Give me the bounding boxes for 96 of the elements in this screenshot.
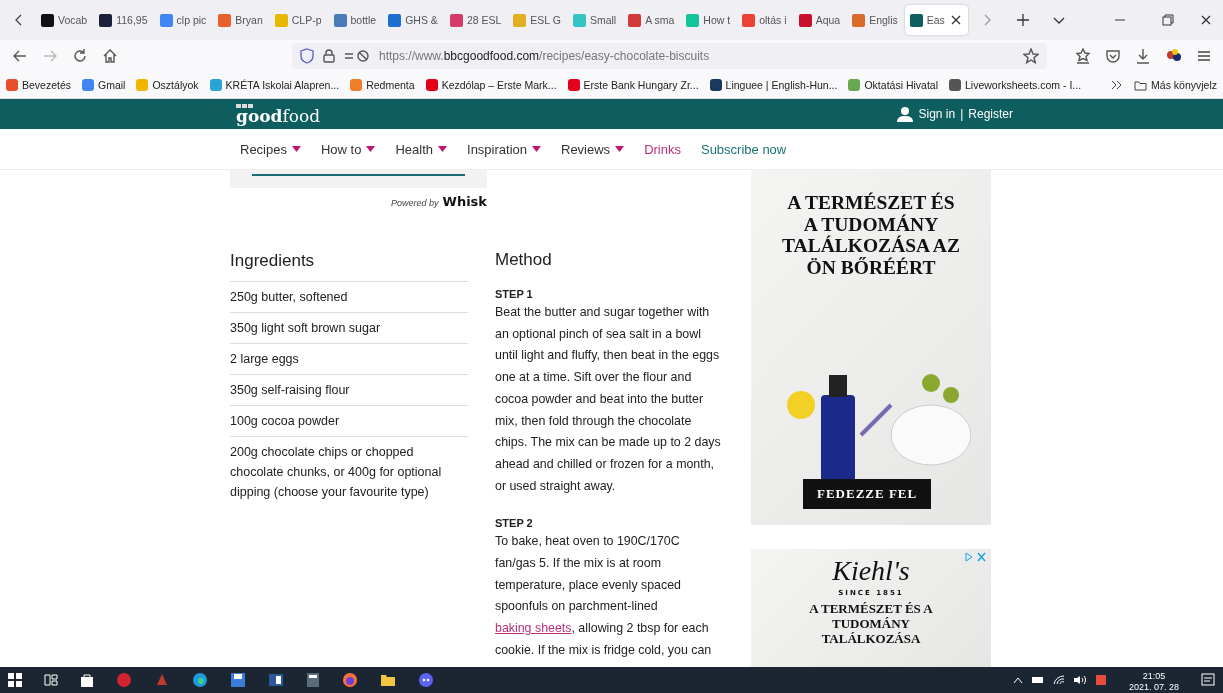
other-bookmarks-folder[interactable]: Más könyvjelz (1134, 79, 1217, 91)
browser-tab[interactable]: 116,95 (94, 5, 153, 35)
tray-chevron-icon[interactable] (1012, 676, 1023, 684)
ad-banner[interactable]: A TERMÉSZET ÉS A TUDOMÁNY TALÁLKOZÁSA AZ ÖN BŐRÉÉRT FEDEZZE FEL (751, 170, 991, 525)
browser-tab[interactable]: bottle (328, 5, 382, 35)
caret-icon (615, 146, 625, 152)
browser-tab[interactable]: CLP-p (269, 5, 327, 35)
sign-in-link[interactable]: Sign in (918, 107, 956, 121)
bookmark[interactable]: Kezdólap – Erste Mark... (425, 79, 557, 91)
browser-tab[interactable]: Small (567, 5, 622, 35)
nav-link[interactable]: Health (395, 141, 447, 157)
close-icon[interactable] (1199, 13, 1213, 27)
permissions-icon (344, 49, 370, 63)
shield-icon (300, 48, 314, 64)
reload-icon[interactable] (72, 48, 88, 64)
home-icon[interactable] (102, 48, 118, 64)
star-list-icon[interactable] (1075, 48, 1091, 64)
app-icon[interactable] (154, 672, 170, 688)
ingredient-item: 100g cocoa powder (230, 405, 468, 436)
caret-icon (438, 146, 447, 152)
step-text: To bake, heat oven to 190C/170C fan/gas 5. If the mix is at room temperature, place evenly spaced spoonfuls on parchment-lined baking sheets, allowing 2 tbsp for each cookie. If the mix is fridge cold, you can (495, 533, 713, 659)
browser-tab[interactable]: How t (681, 5, 736, 35)
step-title: STEP 2 (495, 517, 534, 530)
browser-tab[interactable]: Aqua (793, 5, 846, 35)
step-title: STEP 1 (495, 288, 534, 300)
browser-tab[interactable]: 28 ESL (444, 5, 507, 35)
bookmark[interactable]: KRÉTA Iskolai Alapren... (209, 79, 340, 91)
brand-logo: Kiehl's (832, 557, 910, 585)
bookmark[interactable]: Linguee | English-Hun... (709, 79, 838, 91)
back-icon[interactable] (12, 48, 28, 64)
whisk-logo[interactable]: Whisk (442, 194, 487, 209)
register-link[interactable]: Register (968, 107, 1013, 121)
menu-icon[interactable] (1197, 49, 1211, 63)
site-logo[interactable]: goodfood (236, 107, 321, 125)
app-icon[interactable] (116, 672, 132, 688)
bookmark[interactable]: Osztályok (136, 79, 199, 91)
bookmark[interactable]: Bevezetés (6, 79, 72, 91)
bookmark[interactable]: Erste Bank Hungary Zr... (567, 79, 699, 91)
browser-tab[interactable]: GHS & (383, 5, 443, 35)
bookmark-star-icon[interactable] (1023, 48, 1039, 64)
step-text: Beat the butter and sugar together with an optional pinch of sea salt in a bowl until light and fluffy, then beat in the eggs one at a time. Sift over the flour and cocoa powder and beat into the butter mix, then fold through the chocolate chips. The mix can be made up to 2 days ahead and chilled or frozen for a month, or used straight away. (495, 304, 722, 495)
nav-link[interactable]: Subscribe now (700, 141, 787, 157)
task-view-icon[interactable] (44, 673, 58, 687)
restore-icon[interactable] (1161, 13, 1175, 27)
discover-button[interactable]: FEDEZZE FEL (803, 479, 932, 509)
ingredient-item: 350g light soft brown sugar (230, 312, 468, 343)
separator: | (960, 107, 964, 121)
speaker-icon[interactable] (1072, 675, 1087, 685)
shopping-bag-icon[interactable] (80, 673, 94, 687)
caret-icon (366, 146, 376, 152)
browser-tab[interactable]: ESL G (508, 5, 566, 35)
word-icon[interactable] (268, 672, 284, 688)
ad-headline: A TERMÉSZET ÉS A TUDOMÁNY TALÁLKOZÁSA (808, 601, 934, 646)
nav-link[interactable]: Recipes (240, 141, 301, 157)
nav-link[interactable]: Drinks (644, 141, 681, 157)
bookmark[interactable]: Redmenta (350, 79, 415, 91)
chat-app-icon[interactable] (418, 672, 434, 688)
bookmark[interactable]: Liveworksheets.com - I... (949, 79, 1082, 91)
caret-icon (291, 146, 301, 152)
windows-start-icon[interactable] (8, 673, 22, 687)
browser-tab[interactable]: Vocab (36, 5, 93, 35)
nav-link[interactable]: Reviews (561, 141, 625, 157)
overflow-chevrons-icon[interactable] (1111, 79, 1124, 91)
powered-by-label: Powered by (391, 198, 439, 208)
ingredient-item: 250g butter, softened (230, 281, 468, 312)
nav-link[interactable]: Inspiration (467, 141, 541, 157)
ingredient-item: 350g self-raising flour (230, 374, 468, 405)
address-bar[interactable]: https://www.bbcgoodfood.com/recipes/easy-chocolate-biscuits (292, 43, 1047, 69)
download-icon[interactable] (1135, 48, 1151, 64)
clock[interactable]: 21:05 2021. 07. 28 (1128, 670, 1179, 693)
browser-tab[interactable]: Bryan (213, 5, 268, 35)
file-folder-icon[interactable] (380, 673, 396, 687)
caret-icon (532, 146, 541, 152)
user-icon (897, 106, 914, 122)
ingredient-item: 200g chocolate chips or chopped chocolate chunks, or 400g for optional dipping (choose your favourite type) (230, 436, 468, 507)
pocket-icon[interactable] (1105, 48, 1121, 64)
browser-tab[interactable]: clp pic (154, 5, 212, 35)
browser-tab[interactable]: A sma (623, 5, 680, 35)
extension-balls-icon[interactable] (1165, 48, 1183, 64)
bookmark[interactable]: Oktatási Hivatal (848, 79, 938, 91)
browser-tab[interactable]: Englis (847, 5, 903, 35)
ingredient-item: 2 large eggs (230, 343, 468, 374)
calculator-icon[interactable] (306, 672, 320, 688)
bookmark[interactable]: Gmail (82, 79, 126, 91)
browser-tab[interactable]: oltás i (737, 5, 792, 35)
browser-tab[interactable]: Eas (904, 5, 968, 35)
ad-headline: A TERMÉSZET ÉS A TUDOMÁNY TALÁLKOZÁSA AZ ÖN BŐRÉÉRT (781, 192, 961, 278)
notifications-icon[interactable] (1201, 673, 1215, 687)
lock-icon (323, 49, 335, 63)
nav-link[interactable]: How to (320, 141, 376, 157)
method-heading: Method (495, 250, 553, 270)
url-text: https://www.bbcgoodfood.com/recipes/easy-chocolate-biscuits (379, 49, 710, 63)
folder-icon (1134, 79, 1148, 91)
new-tab-icon[interactable] (1015, 13, 1030, 27)
wifi-icon[interactable] (1052, 675, 1065, 685)
ingredients-heading: Ingredients (230, 251, 316, 271)
